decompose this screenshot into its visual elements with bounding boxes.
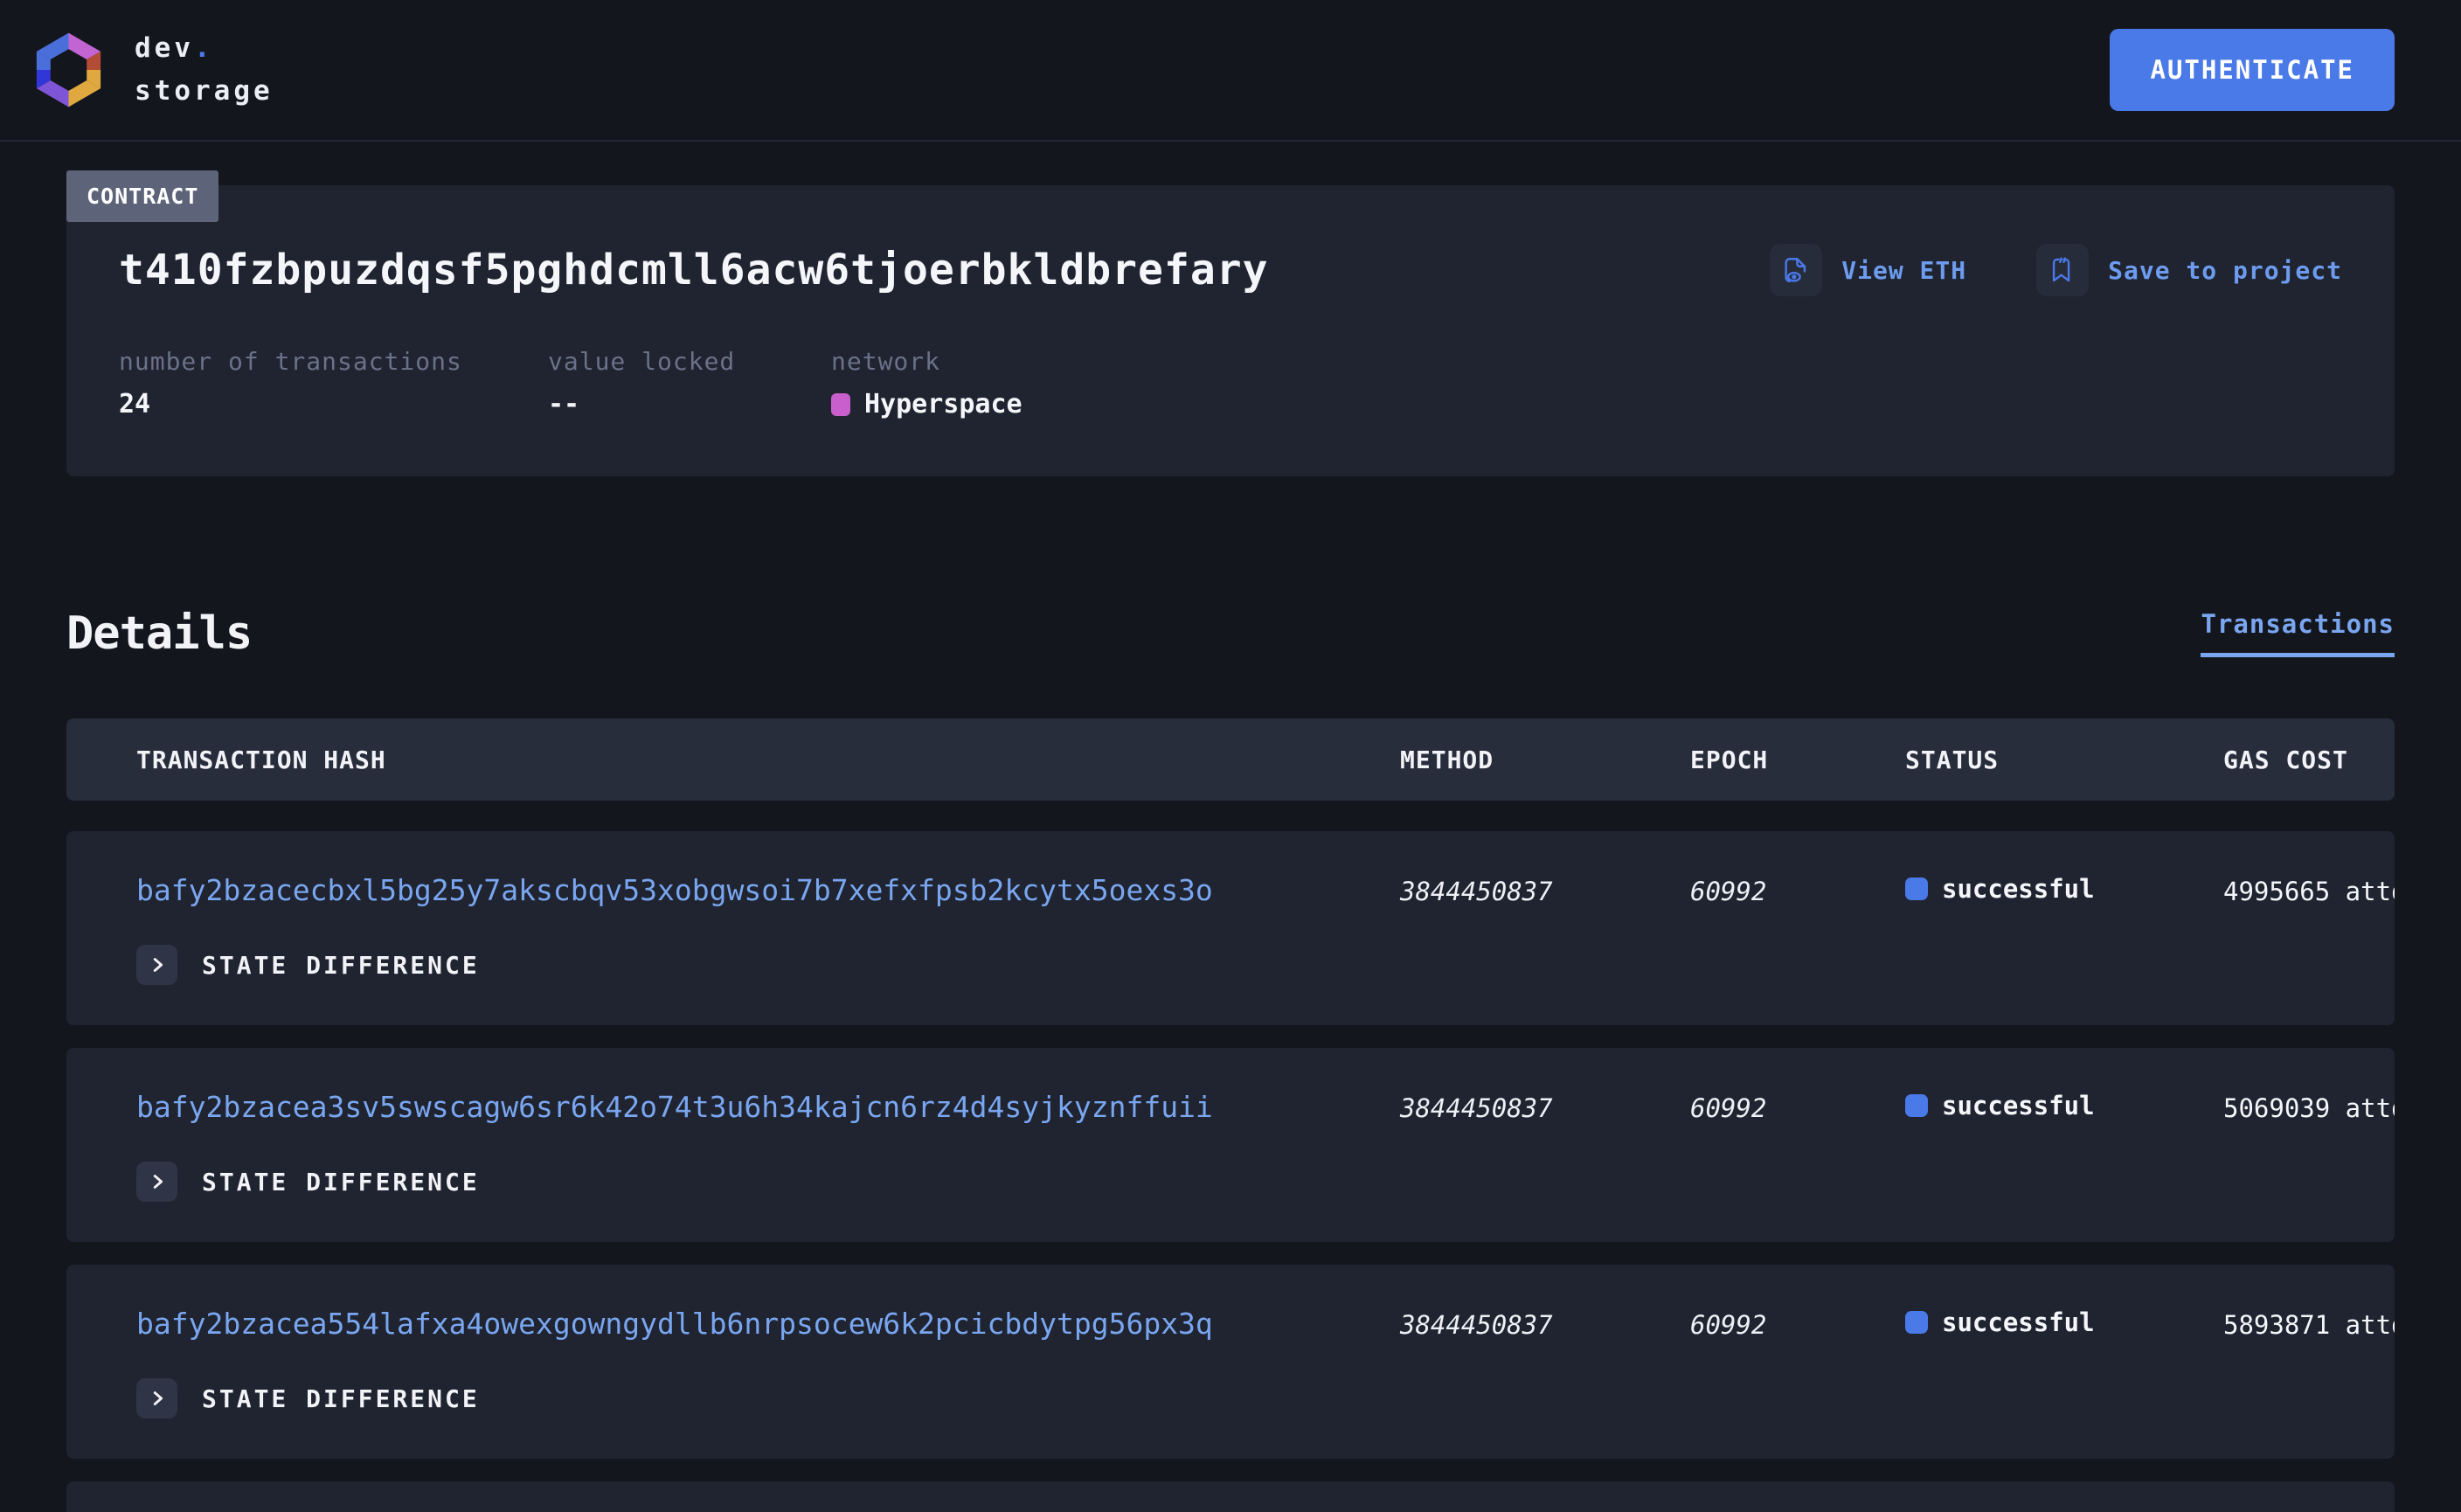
- gas-cost-value: 5893871 attoFIL: [2223, 1310, 2395, 1340]
- state-difference-label: STATE DIFFERENCE: [202, 1384, 480, 1413]
- method-value: 3844450837: [1400, 877, 1690, 906]
- brand-logo[interactable]: dev. storage: [25, 27, 274, 113]
- file-eye-icon: [1770, 244, 1822, 296]
- stat-label: network: [831, 350, 1023, 374]
- status-badge: successful: [1905, 1091, 2223, 1120]
- contract-badge: CONTRACT: [66, 170, 218, 222]
- hexagon-logo-icon: [25, 30, 112, 110]
- contract-stats: number of transactions 24 value locked -…: [119, 350, 2342, 418]
- table-row: bafy2bzacecbxl5bg25y7akscbqv53xobgwsoi7b…: [66, 831, 2395, 1025]
- chevron-right-icon[interactable]: [136, 945, 177, 985]
- transaction-hash-link[interactable]: bafy2bzacea3sv5swscagw6sr6k42o74t3u6h34k…: [136, 1090, 1400, 1125]
- details-title: Details: [66, 607, 252, 660]
- col-gas-cost: GAS COST: [2223, 746, 2395, 774]
- col-epoch: EPOCH: [1690, 746, 1905, 774]
- brand-line2: storage: [135, 75, 274, 107]
- stat-network: network Hyperspace: [831, 350, 1023, 418]
- stat-value: 24: [119, 392, 548, 418]
- network-dot: [831, 393, 850, 416]
- stat-value-locked: value locked --: [548, 350, 831, 418]
- chevron-right-icon[interactable]: [136, 1162, 177, 1202]
- col-status: STATUS: [1905, 746, 2223, 774]
- chevron-right-icon[interactable]: [136, 1378, 177, 1418]
- transactions-table: bafy2bzacecbxl5bg25y7akscbqv53xobgwsoi7b…: [66, 831, 2395, 1512]
- network-name: Hyperspace: [864, 392, 1023, 418]
- status-text: successful: [1942, 1091, 2095, 1120]
- brand-line1: dev: [135, 32, 194, 64]
- stat-label: number of transactions: [119, 350, 548, 374]
- epoch-value: 60992: [1690, 1310, 1905, 1340]
- bookmark-icon: [2036, 244, 2089, 296]
- status-text: successful: [1942, 874, 2095, 904]
- state-difference-toggle[interactable]: STATE DIFFERENCE: [136, 1378, 2395, 1418]
- authenticate-button[interactable]: AUTHENTICATE: [2110, 29, 2395, 111]
- contract-card: CONTRACT t410fzbpuzdqsf5pghdcmll6acw6tjo…: [66, 185, 2395, 476]
- main-content: CONTRACT t410fzbpuzdqsf5pghdcmll6acw6tjo…: [0, 185, 2461, 1512]
- col-method: METHOD: [1400, 746, 1690, 774]
- details-bar: Details Transactions: [66, 607, 2395, 664]
- contract-address-row: t410fzbpuzdqsf5pghdcmll6acw6tjoerbkldbre…: [119, 239, 2342, 301]
- method-value: 3844450837: [1400, 1093, 1690, 1123]
- transaction-hash-link[interactable]: bafy2bzacea554lafxa4owexgowngydllb6nrpso…: [136, 1307, 1400, 1342]
- state-difference-label: STATE DIFFERENCE: [202, 951, 480, 980]
- transaction-hash-link[interactable]: bafy2bzacecbxl5bg25y7akscbqv53xobgwsoi7b…: [136, 873, 1400, 908]
- state-difference-toggle[interactable]: STATE DIFFERENCE: [136, 1162, 2395, 1202]
- table-row: bafy2bzacea554lafxa4owexgowngydllb6nrpso…: [66, 1265, 2395, 1459]
- save-to-project-label: Save to project: [2108, 256, 2342, 285]
- col-transaction-hash: TRANSACTION HASH: [136, 746, 1400, 774]
- table-header: TRANSACTION HASH METHOD EPOCH STATUS GAS…: [66, 718, 2395, 801]
- status-dot-icon: [1905, 1311, 1928, 1334]
- contract-address: t410fzbpuzdqsf5pghdcmll6acw6tjoerbkldbre…: [119, 246, 1269, 295]
- view-eth-action[interactable]: View ETH: [1770, 244, 1966, 296]
- tab-transactions[interactable]: Transactions: [2201, 609, 2395, 657]
- status-dot-icon: [1905, 877, 1928, 900]
- stat-value: Hyperspace: [831, 392, 1023, 418]
- status-badge: successful: [1905, 1307, 2223, 1337]
- epoch-value: 60992: [1690, 1093, 1905, 1123]
- status-text: successful: [1942, 1307, 2095, 1337]
- stat-number-of-transactions: number of transactions 24: [119, 350, 548, 418]
- stat-label: value locked: [548, 350, 831, 374]
- stat-value: --: [548, 392, 831, 418]
- state-difference-toggle[interactable]: STATE DIFFERENCE: [136, 945, 2395, 985]
- gas-cost-value: 5069039 attoFIL: [2223, 1093, 2395, 1123]
- epoch-value: 60992: [1690, 877, 1905, 906]
- app-header: dev. storage AUTHENTICATE: [0, 0, 2461, 142]
- brand-dot: .: [194, 32, 214, 64]
- gas-cost-value: 4995665 attoFIL: [2223, 877, 2395, 906]
- status-badge: successful: [1905, 874, 2223, 904]
- save-to-project-action[interactable]: Save to project: [2036, 244, 2342, 296]
- table-row: bafy2bzacea3sv5swscagw6sr6k42o74t3u6h34k…: [66, 1048, 2395, 1242]
- status-dot-icon: [1905, 1094, 1928, 1117]
- table-row-partial: [66, 1481, 2395, 1512]
- brand-name: dev. storage: [135, 27, 274, 113]
- state-difference-label: STATE DIFFERENCE: [202, 1168, 480, 1196]
- view-eth-label: View ETH: [1841, 256, 1966, 285]
- contract-actions: View ETH Save to project: [1770, 244, 2342, 296]
- method-value: 3844450837: [1400, 1310, 1690, 1340]
